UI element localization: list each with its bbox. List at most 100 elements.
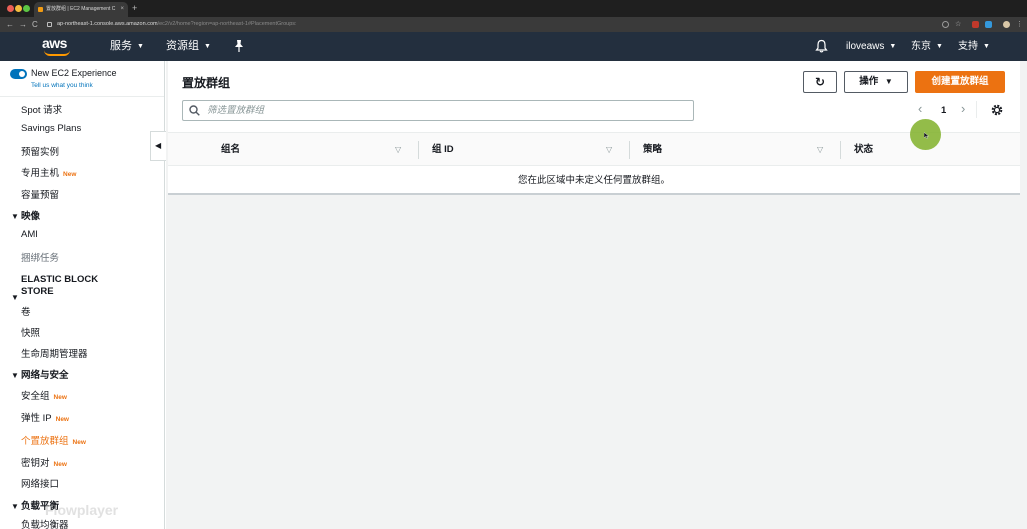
sidebar-item-spot-requests[interactable]: Spot 请求 xyxy=(21,102,62,116)
window-close-button[interactable] xyxy=(7,5,14,12)
tab-close-icon[interactable]: × xyxy=(120,2,124,17)
aws-logo[interactable]: aws xyxy=(42,35,74,57)
sidebar-item-network-interfaces[interactable]: 网络接口 xyxy=(21,476,59,490)
sidebar-item-label: 生命周期管理器 xyxy=(21,349,88,360)
resource-groups-menu[interactable]: 资源组 ▼ xyxy=(166,32,211,61)
sidebar-item-label: 负载均衡器 xyxy=(21,520,69,529)
aws-favicon-icon xyxy=(38,7,43,12)
sort-icon[interactable]: ▽ xyxy=(395,133,401,167)
refresh-button[interactable]: ↻ xyxy=(803,71,837,93)
pagination-current-page[interactable]: 1 xyxy=(941,105,946,116)
pagination-prev-button[interactable]: ‹ xyxy=(918,101,922,116)
sidebar-item-label: 密钥对 xyxy=(21,458,50,469)
sidebar-item-reserved-instances[interactable]: 预留实例 xyxy=(21,144,59,158)
sidebar-item-label: 专用主机 xyxy=(21,168,60,179)
reload-button[interactable]: C xyxy=(32,18,38,31)
caret-down-icon: ▼ xyxy=(11,502,19,511)
forward-button[interactable]: → xyxy=(19,18,27,31)
browser-tab-title: 置放群组 | EC2 Management C xyxy=(46,6,116,12)
sidebar-item-elastic-ips[interactable]: 弹性 IP New xyxy=(21,410,69,424)
chevron-down-icon: ▼ xyxy=(204,43,211,50)
actions-button[interactable]: 操作 ▼ xyxy=(844,71,908,93)
new-badge: New xyxy=(63,171,77,178)
back-button[interactable]: ← xyxy=(6,18,14,31)
region-label: 东京 xyxy=(911,41,931,52)
search-icon xyxy=(189,105,200,116)
extension-icon-2[interactable] xyxy=(985,21,992,28)
column-header-group-name[interactable]: 组名 xyxy=(221,133,240,167)
sidebar-item-volumes[interactable]: 卷 xyxy=(21,304,31,318)
sidebar-item-label: 卷 xyxy=(21,307,31,318)
new-experience-label: New EC2 Experience xyxy=(31,68,117,78)
sidebar-item-placement-groups[interactable]: 个置放群组 New xyxy=(21,433,86,447)
sidebar-item-label: AMI xyxy=(21,229,38,240)
browser-tab[interactable]: 置放群组 | EC2 Management C × xyxy=(34,2,128,17)
url-host: ap-northeast-1.console.aws.amazon.com xyxy=(57,21,158,27)
star-icon[interactable]: ☆ xyxy=(955,21,962,28)
new-badge: New xyxy=(72,439,86,446)
sidebar-item-label: 安全组 xyxy=(21,391,50,402)
sidebar-section-ebs[interactable]: ▼ELASTIC BLOCK STORE xyxy=(11,274,98,304)
sort-icon[interactable]: ▽ xyxy=(817,133,823,167)
zoom-icon[interactable] xyxy=(942,21,949,28)
sidebar-section-images[interactable]: ▼ 映像 xyxy=(11,211,40,223)
section-label: 映像 xyxy=(21,211,41,222)
new-badge: New xyxy=(55,416,69,423)
url-path: /ec2/v2/home?region=ap-northeast-1#Place… xyxy=(157,21,297,27)
column-divider[interactable] xyxy=(629,141,630,159)
sidebar-collapse-button[interactable]: ◀ xyxy=(150,131,166,161)
section-label: 网络与安全 xyxy=(21,370,69,381)
account-label: iloveaws xyxy=(846,41,885,52)
window-minimize-button[interactable] xyxy=(15,5,22,12)
new-tab-button[interactable]: + xyxy=(132,2,137,15)
search-input[interactable]: 筛选置放群组 xyxy=(182,100,694,121)
caret-down-icon: ▼ xyxy=(11,371,19,380)
sidebar-section-network-security[interactable]: ▼ 网络与安全 xyxy=(11,370,69,382)
extension-icon[interactable] xyxy=(972,21,979,28)
column-divider[interactable] xyxy=(418,141,419,159)
gear-icon[interactable] xyxy=(990,103,1004,117)
services-label: 服务 xyxy=(110,40,132,52)
column-header-strategy[interactable]: 策略 xyxy=(643,133,662,167)
services-menu[interactable]: 服务 ▼ xyxy=(110,32,144,61)
sidebar-item-key-pairs[interactable]: 密钥对 New xyxy=(21,455,67,469)
sidebar-item-ami[interactable]: AMI xyxy=(21,229,38,240)
pagination-next-button[interactable]: › xyxy=(961,101,965,116)
sort-icon[interactable]: ▽ xyxy=(606,133,612,167)
sidebar-item-savings-plans[interactable]: Savings Plans xyxy=(21,123,81,134)
chevron-down-icon: ▼ xyxy=(983,43,990,50)
sidebar-item-security-groups[interactable]: 安全组 New xyxy=(21,388,67,402)
new-badge: New xyxy=(53,461,67,468)
column-header-state[interactable]: 状态 xyxy=(854,133,873,167)
browser-menu-icon[interactable]: ⋮ xyxy=(1016,21,1023,28)
refresh-icon: ↻ xyxy=(814,75,826,89)
sidebar-item-bundle-tasks[interactable]: 捆绑任务 xyxy=(21,250,59,264)
sidebar-item-lifecycle-manager[interactable]: 生命周期管理器 xyxy=(21,346,88,360)
sidebar-item-dedicated-hosts[interactable]: 专用主机 New xyxy=(21,165,76,179)
sidebar-item-capacity-reservations[interactable]: 容量预留 xyxy=(21,187,59,201)
caret-left-icon: ◀ xyxy=(155,141,162,150)
new-experience-toggle[interactable] xyxy=(10,69,27,79)
feedback-link[interactable]: Tell us what you think xyxy=(31,82,93,89)
address-bar[interactable]: ap-northeast-1.console.aws.amazon.com/ec… xyxy=(57,17,297,32)
account-menu[interactable]: iloveaws ▼ xyxy=(846,32,896,61)
support-menu[interactable]: 支持 ▼ xyxy=(958,32,990,61)
window-zoom-button[interactable] xyxy=(23,5,30,12)
column-header-group-id[interactable]: 组 ID xyxy=(432,133,454,167)
chevron-down-icon: ▼ xyxy=(137,43,144,50)
resource-groups-label: 资源组 xyxy=(166,40,199,52)
create-placement-group-button[interactable]: 创建置放群组 xyxy=(915,71,1005,93)
profile-avatar[interactable] xyxy=(1003,21,1010,28)
sidebar-item-label: 个置放群组 xyxy=(21,436,69,447)
pin-icon[interactable] xyxy=(233,39,245,53)
sidebar-item-label: 捆绑任务 xyxy=(21,253,60,264)
sidebar-item-load-balancers[interactable]: 负载均衡器 xyxy=(21,517,69,529)
divider xyxy=(0,96,164,97)
region-menu[interactable]: 东京 ▼ xyxy=(911,32,943,61)
section-label-line1: ELASTIC BLOCK xyxy=(21,274,99,285)
sidebar-item-snapshots[interactable]: 快照 xyxy=(21,325,40,339)
bell-icon[interactable] xyxy=(815,39,828,53)
column-divider[interactable] xyxy=(840,141,841,159)
chevron-down-icon: ▼ xyxy=(936,43,943,50)
mouse-cursor-highlight xyxy=(910,119,941,150)
